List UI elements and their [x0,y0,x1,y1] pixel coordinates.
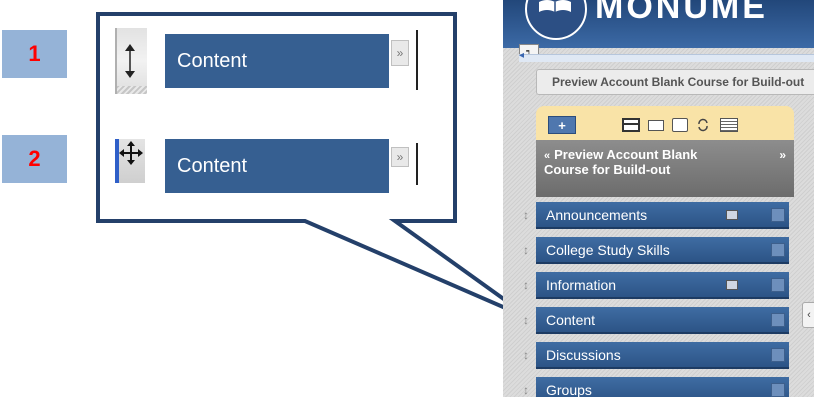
expand-toggle-icon[interactable]: » [391,40,409,66]
zoom-row-1: Content » [115,28,425,94]
menu-item-college-study-skills[interactable]: College Study Skills [536,237,789,264]
list-view-icon[interactable] [622,118,640,132]
step-badge-1: 1 [2,30,67,78]
menu-item-groups[interactable]: Groups [536,377,789,397]
expand-toggle-icon[interactable]: » [391,147,409,167]
divider [416,143,418,185]
menu-item-options-icon[interactable] [771,278,785,292]
content-menu-item[interactable]: Content [165,34,389,88]
menu-item-discussions[interactable]: Discussions [536,342,789,369]
menu-item-content[interactable]: Content [536,307,789,334]
side-panel-tab[interactable]: ‹ [802,302,814,328]
course-menu: + «Preview Account Blank Course for Buil… [536,106,794,197]
menu-item-options-icon[interactable] [771,348,785,362]
menu-item-options-icon[interactable] [771,208,785,222]
content-label: Content [177,49,248,72]
window-view-icon[interactable] [672,118,688,132]
folder-view-icon[interactable] [648,120,664,131]
content-menu-item[interactable]: Content [165,139,389,193]
menu-item-announcements[interactable]: Announcements [536,202,789,229]
zoom-row-2: Content » [115,133,425,199]
detail-view-icon[interactable] [720,118,738,132]
book-icon [539,0,571,12]
content-label: Content [177,154,248,177]
step-badge-2: 2 [2,135,67,183]
add-menu-item-button[interactable]: + [548,116,576,134]
drag-handle-icon[interactable]: ↕ [521,348,531,362]
college-logo [525,0,587,40]
expand-chevron-icon[interactable]: » [779,148,786,162]
menu-item-options-icon[interactable] [771,383,785,397]
menu-item-information[interactable]: Information [536,272,789,299]
menu-item-options-icon[interactable] [771,313,785,327]
site-header: MONUME [503,0,814,48]
drag-handle-icon[interactable]: ↕ [521,243,531,257]
divider [416,30,418,90]
badge-icon [726,280,738,290]
menu-item-options-icon[interactable] [771,243,785,257]
lms-course-panel: MONUME ┑ Preview Account Blank Course fo… [503,0,814,397]
course-title-text: Preview Account Blank Course for Build-o… [544,147,698,177]
drag-handle-icon[interactable]: ↕ [521,208,531,222]
drag-handle-icon[interactable]: ↕ [521,278,531,292]
badge-icon [726,210,738,220]
horizontal-scrollbar[interactable] [519,50,814,62]
course-title[interactable]: «Preview Account Blank Course for Build-… [536,140,794,197]
course-breadcrumb[interactable]: Preview Account Blank Course for Build-o… [536,69,814,95]
move-cursor-icon [119,141,143,165]
drag-handle-icon[interactable]: ↕ [521,383,531,397]
vertical-drag-handle-icon [125,44,135,78]
site-title: MONUME [595,0,768,26]
collapse-chevron-icon: « [544,150,551,162]
refresh-icon[interactable] [696,118,710,132]
drag-handle-icon[interactable]: ↕ [521,313,531,327]
